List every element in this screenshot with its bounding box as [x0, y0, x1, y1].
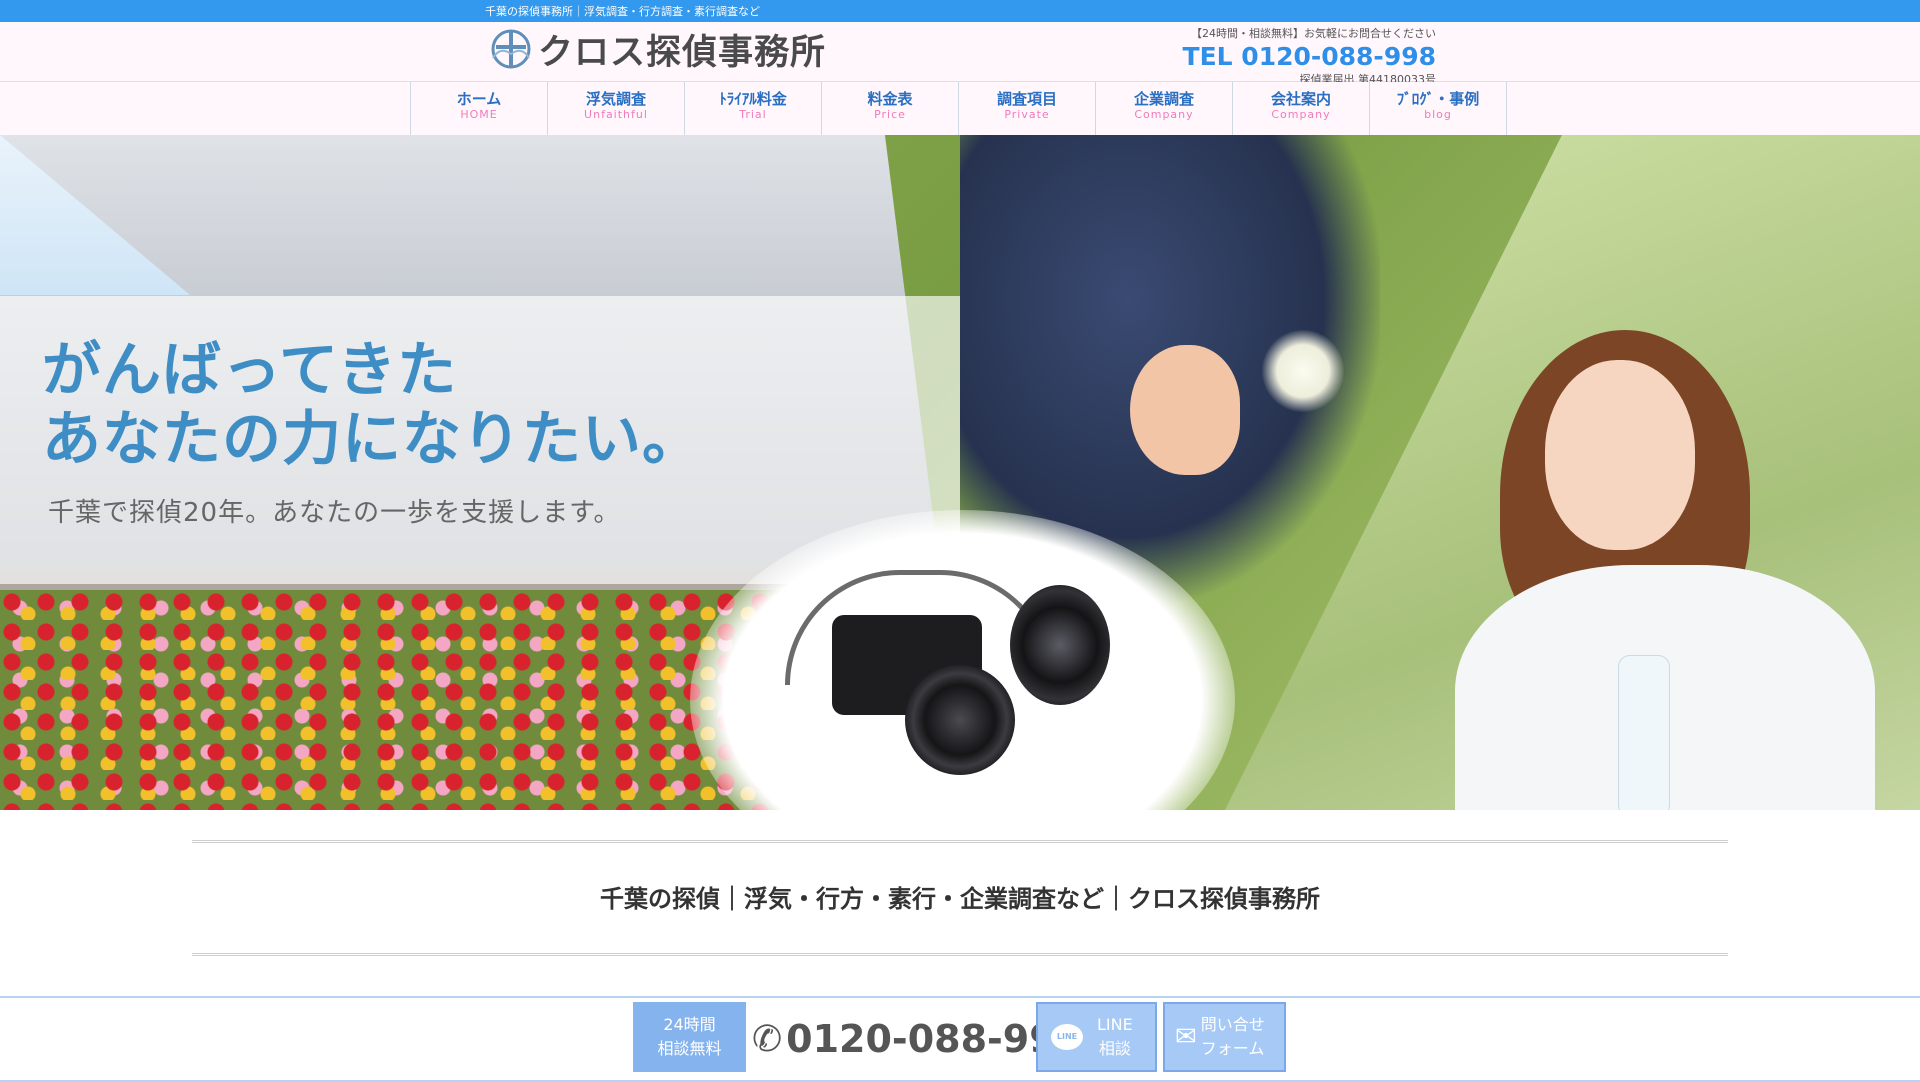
line-button-label: LINE 相談 — [1097, 1013, 1133, 1061]
cta-bar: 24時間 相談無料 ✆ 0120-088-998 LINE LINE 相談 ✉ … — [0, 996, 1920, 1082]
mail-icon: ✉ — [1175, 1022, 1197, 1052]
form-label-line1: 問い合せ — [1200, 1015, 1265, 1034]
form-button-label: 問い合せ フォーム — [1201, 1013, 1265, 1061]
tulip-field-image — [0, 590, 780, 810]
contact-note: 【24時間・相談無料】お気軽にお問合せください — [1191, 27, 1436, 40]
nav-label: ﾌﾞﾛｸﾞ・事例 — [1396, 90, 1480, 108]
nav-sublabel: Private — [1004, 108, 1050, 121]
nav-sublabel: Trial — [739, 108, 767, 121]
nav-item-trial[interactable]: ﾄﾗｲｱﾙ料金 Trial — [685, 82, 822, 135]
nav-sublabel: Price — [874, 108, 906, 121]
line-label-line1: LINE — [1097, 1015, 1133, 1034]
nav-label: 料金表 — [867, 90, 913, 108]
line-consult-button[interactable]: LINE LINE 相談 — [1036, 1002, 1157, 1072]
nav-item-company[interactable]: 会社案内 Company — [1233, 82, 1370, 135]
cta-phone-link[interactable]: ✆ 0120-088-998 — [752, 1004, 1082, 1074]
contact-form-button[interactable]: ✉ 問い合せ フォーム — [1163, 1002, 1286, 1072]
woman-face-image — [1545, 360, 1695, 550]
hero-subline: 千葉で探偵20年。あなたの一歩を支援します。 — [48, 498, 621, 528]
hero-headline-line2: あなたの力になりたい。 — [42, 404, 703, 473]
child-hand-image — [1130, 345, 1240, 475]
nav-label: 調査項目 — [996, 90, 1057, 108]
nav-label: 会社案内 — [1270, 90, 1331, 108]
hero-headline-line1: がんばってきた — [42, 335, 458, 404]
line-label-line2: 相談 — [1098, 1039, 1131, 1058]
phone-icon: ✆ — [752, 1018, 783, 1060]
nav-item-home[interactable]: ホーム HOME — [411, 82, 548, 135]
nav-item-price[interactable]: 料金表 Price — [822, 82, 959, 135]
page-title-section: 千葉の探偵｜浮気・行方・素行・企業調査など｜クロス探偵事務所 — [192, 840, 1728, 956]
spare-lens-image — [1010, 585, 1110, 705]
free-badge-line2: 相談無料 — [657, 1039, 722, 1058]
nav-label: ﾄﾗｲｱﾙ料金 — [719, 90, 787, 108]
nav-item-corporate[interactable]: 企業調査 Company — [1096, 82, 1233, 135]
page-title: 千葉の探偵｜浮気・行方・素行・企業調査など｜クロス探偵事務所 — [600, 885, 1320, 913]
nav-sublabel: HOME — [460, 108, 498, 121]
header-contact: 【24時間・相談無料】お気軽にお問合せください TEL 0120-088-998… — [1180, 25, 1436, 87]
nav-label: ホーム — [456, 90, 502, 108]
site-header: クロス探偵事務所 【24時間・相談無料】お気軽にお問合せください TEL 012… — [0, 22, 1920, 86]
header-phone-link[interactable]: TEL 0120-088-998 — [1180, 43, 1436, 71]
nav-item-private[interactable]: 調査項目 Private — [959, 82, 1096, 135]
logo-text: クロス探偵事務所 — [538, 32, 827, 73]
hero-headline: がんばってきた あなたの力になりたい。 — [42, 335, 702, 473]
form-label-line2: フォーム — [1200, 1039, 1265, 1058]
nav-sublabel: Company — [1271, 108, 1331, 121]
dandelion-image — [1262, 330, 1344, 412]
nav-label: 企業調査 — [1133, 90, 1194, 108]
free-consultation-badge: 24時間 相談無料 — [633, 1002, 746, 1072]
nav-sublabel: Unfaithful — [584, 108, 648, 121]
nav-item-blog[interactable]: ﾌﾞﾛｸﾞ・事例 blog — [1370, 82, 1507, 135]
top-bar: 千葉の探偵事務所｜浮気調査・行方調査・素行調査など — [0, 0, 1920, 22]
camera-lens-image — [905, 665, 1015, 775]
nav-label: 浮気調査 — [585, 90, 646, 108]
free-badge-line1: 24時間 — [663, 1015, 716, 1034]
nav-sublabel: blog — [1424, 108, 1452, 121]
line-chat-icon: LINE — [1051, 1024, 1083, 1050]
nav-sublabel: Company — [1134, 108, 1194, 121]
nav-item-unfaithful[interactable]: 浮気調査 Unfaithful — [548, 82, 685, 135]
site-logo[interactable]: クロス探偵事務所 — [488, 25, 826, 73]
hero-banner: がんばってきた あなたの力になりたい。 千葉で探偵20年。あなたの一歩を支援しま… — [0, 135, 1920, 810]
water-bottle-image — [1618, 655, 1670, 810]
global-nav: ホーム HOME 浮気調査 Unfaithful ﾄﾗｲｱﾙ料金 Trial 料金表 P… — [0, 82, 1920, 136]
top-bar-text: 千葉の探偵事務所｜浮気調査・行方調査・素行調査など — [485, 5, 760, 18]
cross-emblem-logo-icon — [491, 29, 531, 69]
